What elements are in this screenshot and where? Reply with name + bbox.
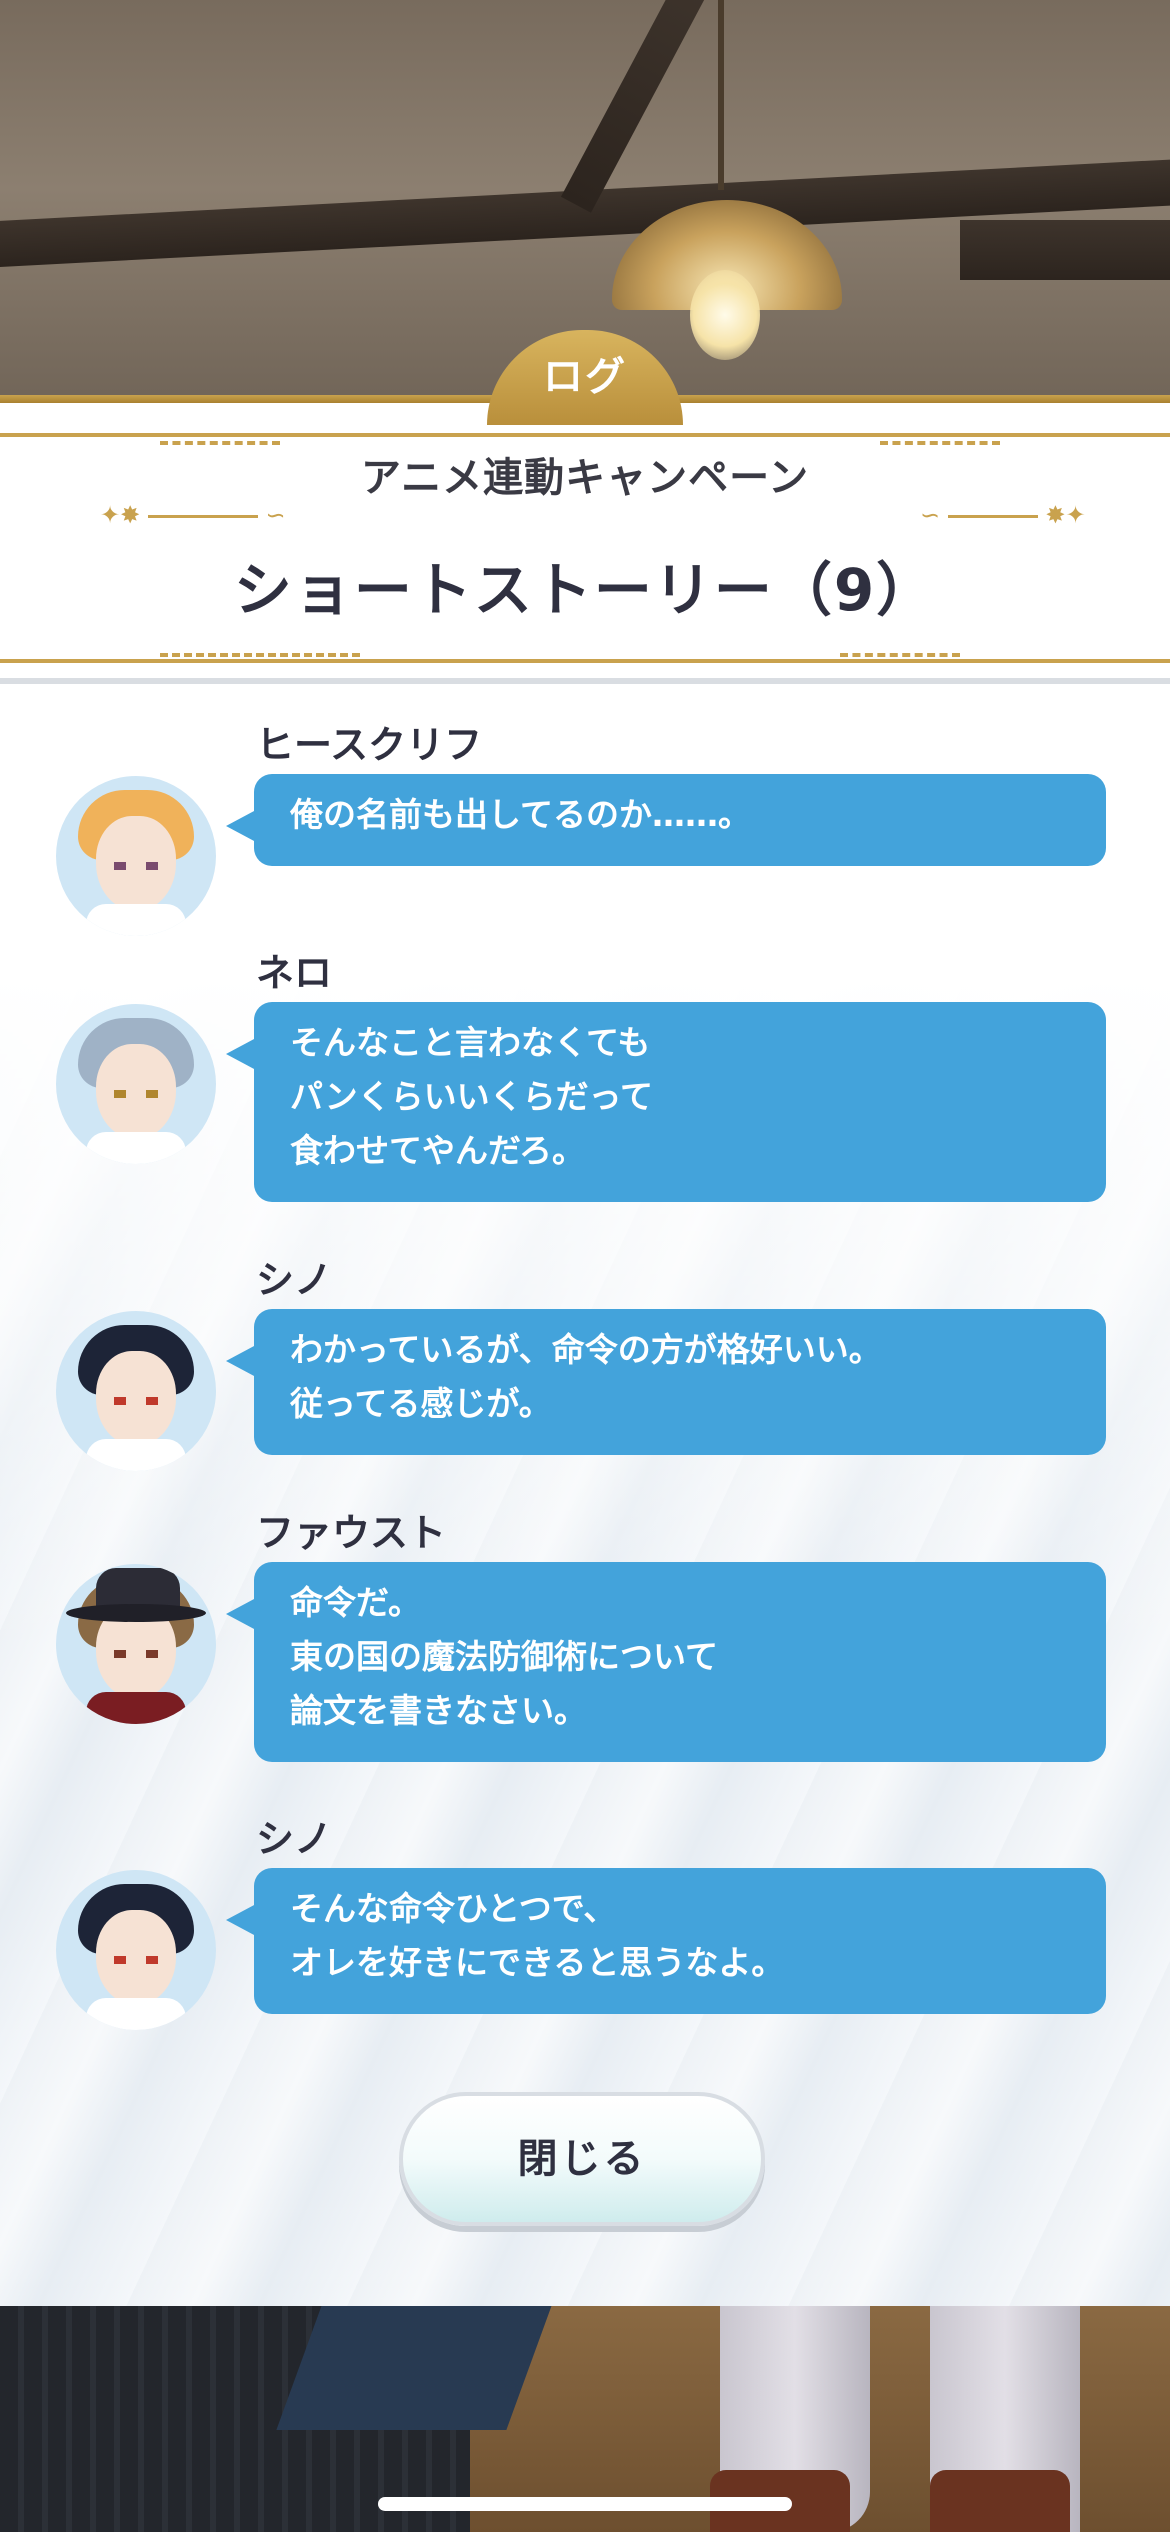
home-indicator[interactable] — [378, 2497, 792, 2511]
ceiling-beam — [960, 220, 1170, 280]
ornament-left: ✦✸ ∽ — [100, 501, 286, 529]
dialogue-bubble: そんな命令ひとつで、 オレを好きにできると思うなよ。 — [226, 1868, 1106, 2014]
avatar-eyes — [114, 862, 158, 870]
campaign-subtitle: アニメ連動キャンペーン — [360, 455, 810, 501]
close-button[interactable]: 閉じる — [399, 2092, 765, 2226]
dialogue-bubble: わかっているが、命令の方が格好いい。 従ってる感じが。 — [226, 1309, 1106, 1455]
gold-dash — [840, 653, 960, 657]
avatar — [56, 1311, 216, 1471]
story-title: ショートストーリー（9） — [233, 556, 937, 624]
gold-dash — [160, 653, 360, 657]
speaker-name: ヒースクリフ — [256, 723, 483, 767]
avatar — [56, 1004, 216, 1164]
ornament-right: ∽ ✸✦ — [920, 501, 1086, 529]
speaker-name: ネロ — [256, 951, 333, 995]
gold-rule — [0, 433, 1170, 437]
avatar-eyes — [114, 1397, 158, 1405]
dialogue-bubble: そんなこと言わなくても パンくらいいくらだって 食わせてやんだろ。 — [226, 1002, 1106, 1202]
lamp-rod — [718, 0, 724, 190]
character-coat-lapel — [276, 2300, 554, 2430]
avatar-collar — [86, 1439, 186, 1471]
avatar-collar — [86, 1692, 186, 1724]
speaker-name: シノ — [256, 1258, 333, 1302]
avatar — [56, 1564, 216, 1724]
avatar — [56, 1870, 216, 2030]
avatar-hat-brim — [66, 1604, 206, 1622]
character-boot — [930, 2470, 1070, 2532]
avatar-collar — [86, 1998, 186, 2030]
dialogue-bubble: 俺の名前も出してるのか……。 — [226, 774, 1106, 866]
dialogue-bubble: 命令だ。 東の国の魔法防御術について 論文を書きなさい。 — [226, 1562, 1106, 1762]
speaker-name: ファウスト — [256, 1511, 447, 1555]
gold-rule — [0, 659, 1170, 663]
avatar-eyes — [114, 1956, 158, 1964]
avatar — [56, 776, 216, 936]
speaker-name: シノ — [256, 1817, 333, 1861]
avatar-collar — [86, 904, 186, 936]
avatar-collar — [86, 1132, 186, 1164]
log-list[interactable]: ヒースクリフ 俺の名前も出してるのか……。 ネロ そんなこと言わなくても パンく… — [0, 678, 1170, 2306]
ceiling-beam — [560, 0, 714, 213]
avatar-eyes — [114, 1090, 158, 1098]
avatar-eyes — [114, 1650, 158, 1658]
lamp-bulb — [690, 270, 760, 360]
header-panel: アニメ連動キャンペーン ✦✸ ∽ ∽ ✸✦ ショートストーリー（9） — [0, 403, 1170, 678]
